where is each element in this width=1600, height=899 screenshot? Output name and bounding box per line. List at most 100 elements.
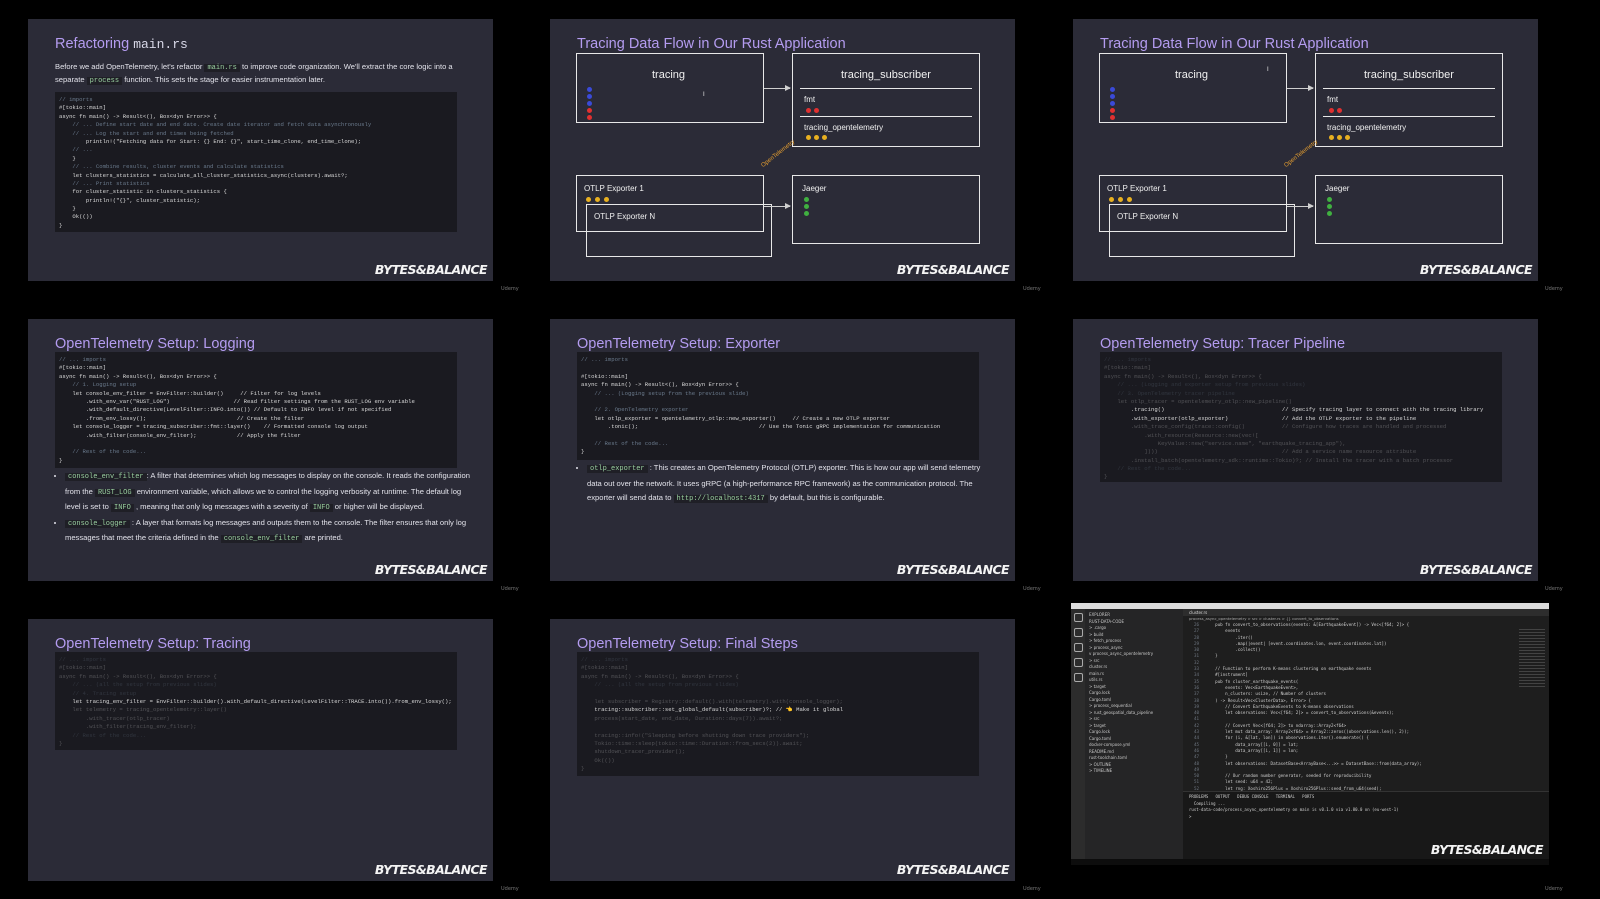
code-line: // ... Log the start and end times being… <box>59 129 234 137</box>
debug-icon[interactable] <box>1073 658 1083 667</box>
file-tree-item[interactable]: > TIMELINE <box>1089 768 1179 775</box>
brand-logo: BYTES&BALANCE <box>374 262 488 277</box>
code-line: // Rest of the code... <box>581 439 669 447</box>
explorer-panel[interactable]: EXPLORER RUST-DATA-CODE > .cargo > build > f… <box>1085 609 1183 859</box>
code-line: async fn main() -> Result<(), Box<dyn Er… <box>59 672 217 680</box>
extensions-icon[interactable] <box>1073 673 1083 682</box>
code-line: } <box>59 154 76 162</box>
code-block: // ... imports #[tokio::main] async fn mai… <box>577 352 979 460</box>
slide-diagram-2[interactable]: Tracing Data Flow in Our Rust Applicatio… <box>1073 19 1538 281</box>
code-line: let subscriber = Registry::default().wit… <box>581 697 843 705</box>
slide-logging[interactable]: OpenTelemetry Setup: Logging // ... impo… <box>28 319 493 581</box>
flow-label: OpenTelemetry <box>760 139 797 169</box>
file-tree[interactable]: EXPLORER RUST-DATA-CODE > .cargo > build > f… <box>1085 609 1183 778</box>
tracing-box <box>1099 53 1287 123</box>
code-line: println!("{}", cluster_statistic); <box>59 196 200 204</box>
code-line: .with_trace_config(trace::config() // Co… <box>1104 423 1447 431</box>
code-line: async fn main() -> Result<(), Box<dyn Er… <box>59 372 217 380</box>
terminal-output: Compiling ... rust-data-code/process_asyn… <box>1189 801 1543 821</box>
udemy-watermark: Udemy <box>1023 586 1041 592</box>
udemy-watermark: Udemy <box>501 286 519 292</box>
status-bar <box>1071 859 1549 865</box>
ide-window[interactable]: FileEditSelectionViewGoRunTerminalHelp E… <box>1071 603 1549 865</box>
code-line: let tracing_env_filter = EnvFilter::buil… <box>59 697 452 705</box>
slide-refactoring[interactable]: Refactoring main.rs Before we add OpenTe… <box>28 19 493 281</box>
code-line: .install_batch(opentelemetry_sdk::runtim… <box>1104 456 1454 464</box>
tab-cluster-rs[interactable]: cluster.rs <box>1183 609 1549 616</box>
text-cursor: I <box>1267 67 1269 73</box>
code-editor[interactable]: 26 pub fn convert_to_observations(events… <box>1183 622 1549 792</box>
flow-label: OpenTelemetry <box>1283 139 1320 169</box>
code-line: #[tokio::main] <box>581 664 628 672</box>
code-line: println!("Fetching data for Start: {} En… <box>59 137 362 145</box>
bullet-item: console_env_filter: A filter that determ… <box>65 469 475 516</box>
slide-paragraph: Before we add OpenTelemetry, let's refac… <box>55 62 453 85</box>
tracing-label: tracing <box>652 69 686 81</box>
code-line: } <box>59 205 76 213</box>
code-line: #[tokio::main] <box>59 664 106 672</box>
files-icon[interactable] <box>1073 613 1083 622</box>
udemy-watermark: Udemy <box>501 586 519 592</box>
code-line: .tonic(); // Use the Tonic gRPC implemen… <box>581 423 941 431</box>
code-line: // Rest of the code... <box>59 731 147 739</box>
code-line: // Rest of the code... <box>59 448 147 456</box>
code-line: for cluster_statistic in clusters_statis… <box>59 188 227 196</box>
slide-title: OpenTelemetry Setup: Tracing <box>55 636 251 652</box>
code-line: Tokio::time::sleep(tokio::time::Duration… <box>581 739 803 747</box>
source-control-icon[interactable] <box>1073 643 1083 652</box>
code-line: // ... (Logging and exporter setup from … <box>1104 381 1306 389</box>
code-line: let otlp_tracer = opentelemetry_otlp::ne… <box>1104 397 1292 405</box>
slide-title: OpenTelemetry Setup: Logging <box>55 336 255 352</box>
slide-tracer-pipeline[interactable]: OpenTelemetry Setup: Tracer Pipeline // … <box>1073 319 1538 581</box>
code-line: // Rest of the code... <box>1104 465 1192 473</box>
code-line: // ... (all the setup from previous slid… <box>581 681 739 689</box>
udemy-watermark: Udemy <box>1545 286 1563 292</box>
brand-logo: BYTES&BALANCE <box>896 862 1010 877</box>
code-line: .tracing() // Specify tracing layer to c… <box>1104 406 1484 414</box>
udemy-watermark: Udemy <box>501 886 519 892</box>
code-line: #[tokio::main] <box>1104 364 1151 372</box>
minimap[interactable] <box>1519 629 1545 689</box>
code-line: // ... imports <box>581 356 628 363</box>
code-block: // ... imports #[tokio::main] async fn mai… <box>577 652 979 776</box>
subscriber-label: tracing_subscriber <box>1364 69 1454 81</box>
code-line: // ... imports <box>59 356 106 363</box>
slide-title: OpenTelemetry Setup: Final Steps <box>577 636 798 652</box>
code-line: } <box>1104 473 1108 481</box>
slide-final-steps[interactable]: OpenTelemetry Setup: Final Steps // ... … <box>550 619 1015 881</box>
code-line: // ... imports <box>1104 356 1151 363</box>
code-line: let clusters_statistics = calculate_all_… <box>59 171 348 179</box>
code-line: // ... (Logging setup from the previous … <box>581 389 749 397</box>
code-line: let console_logger = tracing_subscriber:… <box>59 423 368 431</box>
code-line: .with_filter(tracing_env_filter); <box>59 723 197 731</box>
arrow <box>764 203 791 209</box>
brand-logo: BYTES&BALANCE <box>1419 262 1533 277</box>
otel-label: tracing_opentelemetry <box>1327 123 1407 132</box>
code-line: // ... <box>59 146 93 154</box>
udemy-watermark: Udemy <box>1545 586 1563 592</box>
jaeger-label: Jaeger <box>802 184 827 193</box>
bullet-item: otlp_exporter : This creates an OpenTele… <box>587 461 997 507</box>
code-line: // ... Combine results, cluster events a… <box>59 163 284 171</box>
code-line: .with_env_var("RUST_LOG") // Read filter… <box>59 397 415 405</box>
slide-tracing[interactable]: OpenTelemetry Setup: Tracing // ... impo… <box>28 619 493 881</box>
slide-diagram-1[interactable]: Tracing Data Flow in Our Rust Applicatio… <box>550 19 1015 281</box>
search-icon[interactable] <box>1073 628 1083 637</box>
code-line: let otlp_exporter = opentelemetry_otlp::… <box>581 414 890 422</box>
code-block: // ... imports #[tokio::main] async fn mai… <box>55 352 457 468</box>
slide-title: Tracing Data Flow in Our Rust Applicatio… <box>577 36 846 52</box>
arrow <box>764 85 791 91</box>
code-line: shutdown_tracer_provider(); <box>581 748 686 756</box>
code-line: ]))) // Add a service name resource attr… <box>1104 448 1417 456</box>
code-line: // ... Print statistics <box>59 179 150 187</box>
activity-bar[interactable] <box>1071 609 1085 859</box>
exporter-1-label: OTLP Exporter 1 <box>1107 184 1167 193</box>
code-line: process(start_date, end_date, Duration::… <box>581 714 783 722</box>
brand-logo: BYTES&BALANCE <box>374 862 488 877</box>
code-line: // 3. OpenTelemetry tracer pipeline <box>1104 389 1235 397</box>
slide-exporter[interactable]: OpenTelemetry Setup: Exporter // ... imp… <box>550 319 1015 581</box>
code-line: async fn main() -> Result<(), Box<dyn Er… <box>581 381 739 389</box>
